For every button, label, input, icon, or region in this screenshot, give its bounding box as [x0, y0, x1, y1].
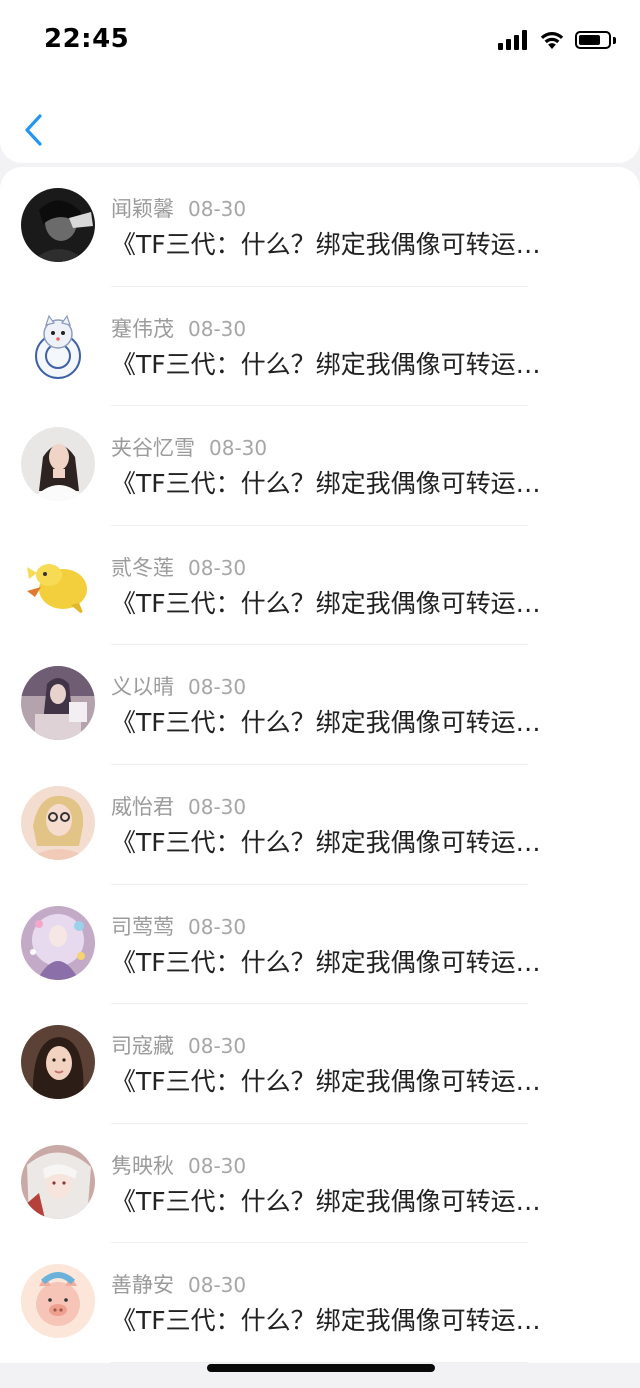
list-item[interactable]: 闻颖馨 08-30 《TF三代：什么？绑定我偶像可转运…: [0, 167, 640, 287]
message-date: 08-30: [188, 1153, 247, 1178]
avatar-image: [21, 905, 95, 980]
list-item[interactable]: 威怡君 08-30 《TF三代：什么？绑定我偶像可转运…: [0, 765, 640, 885]
status-time: 22:45: [44, 24, 130, 54]
sender-name: 闻颖馨: [111, 197, 174, 221]
item-meta: 司寇藏 08-30: [111, 1030, 246, 1060]
message-date: 08-30: [188, 1034, 247, 1059]
item-meta: 夹谷忆雪 08-30: [111, 432, 267, 462]
message-preview: 《TF三代：什么？绑定我偶像可转运…: [111, 349, 541, 379]
home-indicator: [207, 1364, 435, 1372]
message-date: 08-30: [188, 197, 247, 221]
item-meta: 蹇伟茂 08-30: [111, 313, 246, 343]
message-preview: 《TF三代：什么？绑定我偶像可转运…: [111, 827, 541, 857]
list-item[interactable]: 善静安 08-30 《TF三代：什么？绑定我偶像可转运…: [0, 1243, 640, 1363]
status-bar: 22:45: [0, 0, 640, 80]
sender-name: 善静安: [111, 1273, 174, 1298]
wifi-icon: [540, 32, 564, 49]
item-meta: 善静安 08-30: [111, 1269, 246, 1299]
avatar-image: [21, 785, 95, 860]
back-button[interactable]: [20, 110, 50, 150]
top-bar: 22:45: [0, 0, 640, 163]
battery-icon: [575, 31, 611, 49]
item-meta: 威怡君 08-30: [111, 791, 246, 821]
sender-name: 蹇伟茂: [111, 316, 174, 341]
avatar[interactable]: [21, 188, 95, 262]
list-item[interactable]: 义以晴 08-30 《TF三代：什么？绑定我偶像可转运…: [0, 645, 640, 765]
sender-name: 威怡君: [111, 794, 174, 819]
message-preview: 《TF三代：什么？绑定我偶像可转运…: [111, 588, 541, 618]
item-meta: 隽映秋 08-30: [111, 1150, 246, 1180]
message-date: 08-30: [188, 316, 247, 341]
sender-name: 义以晴: [111, 675, 174, 700]
item-meta: 贰冬莲 08-30: [111, 552, 246, 582]
list-item[interactable]: 蹇伟茂 08-30 《TF三代：什么？绑定我偶像可转运…: [0, 287, 640, 407]
avatar-image: [21, 1144, 95, 1219]
battery-level-fill: [579, 35, 600, 45]
avatar[interactable]: [21, 666, 95, 741]
sender-name: 隽映秋: [111, 1153, 174, 1178]
signal-icon: [498, 30, 527, 50]
message-date: 08-30: [188, 1273, 247, 1298]
message-preview: 《TF三代：什么？绑定我偶像可转运…: [111, 708, 541, 738]
item-meta: 义以晴 08-30: [111, 671, 246, 701]
avatar[interactable]: [21, 427, 95, 502]
avatar-image: [21, 427, 95, 502]
message-date: 08-30: [188, 675, 247, 700]
avatar[interactable]: [21, 1264, 95, 1339]
status-icons: [498, 28, 616, 52]
item-meta: 司莺莺 08-30: [111, 911, 246, 941]
avatar[interactable]: [21, 546, 95, 621]
avatar-image: [21, 666, 95, 741]
avatar-image: [21, 188, 95, 262]
list-item[interactable]: 司寇藏 08-30 《TF三代：什么？绑定我偶像可转运…: [0, 1004, 640, 1124]
avatar-image: [21, 1264, 95, 1339]
message-preview: 《TF三代：什么？绑定我偶像可转运…: [111, 947, 541, 977]
message-preview: 《TF三代：什么？绑定我偶像可转运…: [111, 1067, 541, 1097]
avatar[interactable]: [21, 307, 95, 382]
message-date: 08-30: [188, 794, 247, 819]
list-item[interactable]: 司莺莺 08-30 《TF三代：什么？绑定我偶像可转运…: [0, 885, 640, 1005]
avatar[interactable]: [21, 1144, 95, 1219]
avatar-image: [21, 546, 95, 621]
sender-name: 司寇藏: [111, 1034, 174, 1059]
avatar[interactable]: [21, 905, 95, 980]
message-preview: 《TF三代：什么？绑定我偶像可转运…: [111, 1306, 541, 1336]
list-item[interactable]: 夹谷忆雪 08-30 《TF三代：什么？绑定我偶像可转运…: [0, 406, 640, 526]
list-item[interactable]: 贰冬莲 08-30 《TF三代：什么？绑定我偶像可转运…: [0, 526, 640, 646]
message-date: 08-30: [209, 436, 268, 461]
message-preview: 《TF三代：什么？绑定我偶像可转运…: [111, 469, 541, 499]
message-preview: 《TF三代：什么？绑定我偶像可转运…: [111, 1186, 541, 1216]
avatar-image: [21, 1025, 95, 1100]
avatar[interactable]: [21, 785, 95, 860]
chevron-left-icon: [25, 114, 42, 146]
avatar[interactable]: [21, 1025, 95, 1100]
avatar-image: [21, 307, 95, 382]
message-date: 08-30: [188, 555, 247, 580]
sender-name: 夹谷忆雪: [111, 436, 195, 461]
message-list: 闻颖馨 08-30 《TF三代：什么？绑定我偶像可转运… 蹇伟茂 08-30 《TF三代：…: [0, 167, 640, 1363]
divider: [111, 1361, 528, 1363]
sender-name: 贰冬莲: [111, 555, 174, 580]
message-preview: 《TF三代：什么？绑定我偶像可转运…: [111, 230, 541, 259]
message-date: 08-30: [188, 914, 247, 939]
list-item[interactable]: 隽映秋 08-30 《TF三代：什么？绑定我偶像可转运…: [0, 1124, 640, 1244]
item-meta: 闻颖馨 08-30: [111, 193, 246, 223]
battery-cap: [613, 36, 616, 44]
sender-name: 司莺莺: [111, 914, 174, 939]
